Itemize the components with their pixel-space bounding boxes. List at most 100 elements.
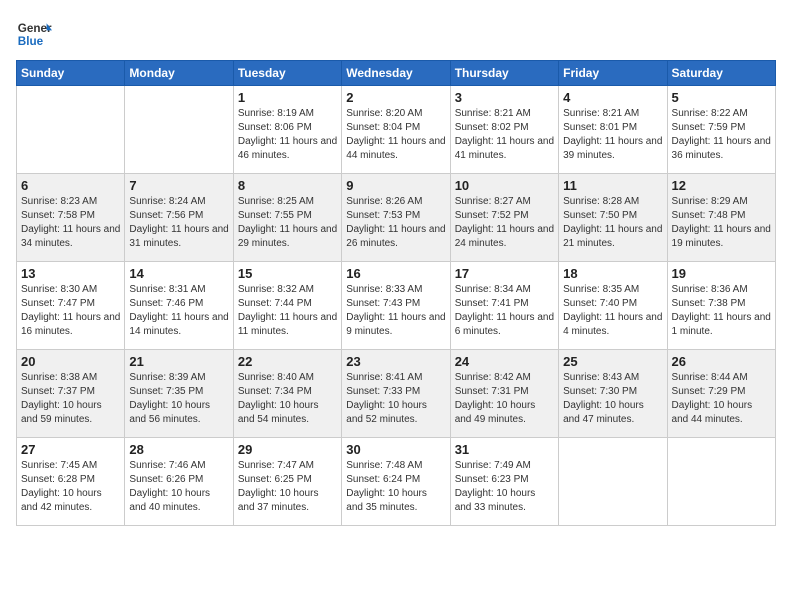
day-number: 3 <box>455 90 554 105</box>
day-info: Sunrise: 8:22 AM Sunset: 7:59 PM Dayligh… <box>672 107 771 163</box>
weekday-header-friday: Friday <box>559 61 667 86</box>
day-number: 8 <box>238 178 337 193</box>
day-info: Sunrise: 8:33 AM Sunset: 7:43 PM Dayligh… <box>346 283 445 339</box>
day-info: Sunrise: 8:23 AM Sunset: 7:58 PM Dayligh… <box>21 195 120 251</box>
calendar-cell: 10 Sunrise: 8:27 AM Sunset: 7:52 PM Dayli… <box>450 174 558 262</box>
calendar-cell: 4Sunrise: 8:21 AM Sunset: 8:01 PM Daylig… <box>559 86 667 174</box>
day-info: Sunrise: 8:43 AM Sunset: 7:30 PM Dayligh… <box>563 371 662 427</box>
day-number: 23 <box>346 354 445 369</box>
calendar-cell: 18 Sunrise: 8:35 AM Sunset: 7:40 PM Dayli… <box>559 262 667 350</box>
day-number: 21 <box>129 354 228 369</box>
day-info: Sunrise: 8:44 AM Sunset: 7:29 PM Dayligh… <box>672 371 771 427</box>
calendar-cell: 17 Sunrise: 8:34 AM Sunset: 7:41 PM Dayli… <box>450 262 558 350</box>
calendar-cell: 23 Sunrise: 8:41 AM Sunset: 7:33 PM Dayli… <box>342 350 450 438</box>
calendar-cell: 29 Sunrise: 7:47 AM Sunset: 6:25 PM Dayli… <box>233 438 341 526</box>
day-info: Sunrise: 8:26 AM Sunset: 7:53 PM Dayligh… <box>346 195 445 251</box>
day-number: 31 <box>455 442 554 457</box>
weekday-header-row: SundayMondayTuesdayWednesdayThursdayFrid… <box>17 61 776 86</box>
day-number: 5 <box>672 90 771 105</box>
day-number: 15 <box>238 266 337 281</box>
weekday-header-sunday: Sunday <box>17 61 125 86</box>
day-number: 10 <box>455 178 554 193</box>
weekday-header-thursday: Thursday <box>450 61 558 86</box>
calendar-cell: 14 Sunrise: 8:31 AM Sunset: 7:46 PM Dayli… <box>125 262 233 350</box>
calendar-cell <box>667 438 775 526</box>
day-number: 22 <box>238 354 337 369</box>
day-info: Sunrise: 8:19 AM Sunset: 8:06 PM Dayligh… <box>238 107 337 163</box>
calendar-cell: 8 Sunrise: 8:25 AM Sunset: 7:55 PM Daylig… <box>233 174 341 262</box>
day-number: 2 <box>346 90 445 105</box>
day-number: 24 <box>455 354 554 369</box>
calendar-cell: 30 Sunrise: 7:48 AM Sunset: 6:24 PM Dayli… <box>342 438 450 526</box>
calendar-cell: 5 Sunrise: 8:22 AM Sunset: 7:59 PM Daylig… <box>667 86 775 174</box>
day-number: 14 <box>129 266 228 281</box>
week-row-4: 20 Sunrise: 8:38 AM Sunset: 7:37 PM Dayli… <box>17 350 776 438</box>
calendar-cell: 31 Sunrise: 7:49 AM Sunset: 6:23 PM Dayli… <box>450 438 558 526</box>
calendar-cell: 22 Sunrise: 8:40 AM Sunset: 7:34 PM Dayli… <box>233 350 341 438</box>
calendar-cell: 11 Sunrise: 8:28 AM Sunset: 7:50 PM Dayli… <box>559 174 667 262</box>
day-number: 30 <box>346 442 445 457</box>
day-number: 16 <box>346 266 445 281</box>
day-info: Sunrise: 8:32 AM Sunset: 7:44 PM Dayligh… <box>238 283 337 339</box>
day-number: 7 <box>129 178 228 193</box>
day-number: 27 <box>21 442 120 457</box>
svg-text:Blue: Blue <box>18 35 44 48</box>
week-row-1: 1 Sunrise: 8:19 AM Sunset: 8:06 PM Daylig… <box>17 86 776 174</box>
day-number: 17 <box>455 266 554 281</box>
day-info: Sunrise: 8:25 AM Sunset: 7:55 PM Dayligh… <box>238 195 337 251</box>
day-info: Sunrise: 8:29 AM Sunset: 7:48 PM Dayligh… <box>672 195 771 251</box>
calendar-cell: 27 Sunrise: 7:45 AM Sunset: 6:28 PM Dayli… <box>17 438 125 526</box>
calendar-cell <box>559 438 667 526</box>
weekday-header-monday: Monday <box>125 61 233 86</box>
calendar-cell: 28Sunrise: 7:46 AM Sunset: 6:26 PM Dayli… <box>125 438 233 526</box>
day-info: Sunrise: 8:38 AM Sunset: 7:37 PM Dayligh… <box>21 371 120 427</box>
day-number: 29 <box>238 442 337 457</box>
day-info: Sunrise: 8:40 AM Sunset: 7:34 PM Dayligh… <box>238 371 337 427</box>
day-info: Sunrise: 8:34 AM Sunset: 7:41 PM Dayligh… <box>455 283 554 339</box>
day-number: 28 <box>129 442 228 457</box>
day-info: Sunrise: 8:42 AM Sunset: 7:31 PM Dayligh… <box>455 371 554 427</box>
day-info: Sunrise: 8:39 AM Sunset: 7:35 PM Dayligh… <box>129 371 228 427</box>
logo: General Blue <box>16 16 52 52</box>
day-number: 25 <box>563 354 662 369</box>
week-row-5: 27 Sunrise: 7:45 AM Sunset: 6:28 PM Dayli… <box>17 438 776 526</box>
day-number: 18 <box>563 266 662 281</box>
page-header: General Blue <box>16 16 776 52</box>
day-info: Sunrise: 7:49 AM Sunset: 6:23 PM Dayligh… <box>455 459 554 515</box>
day-number: 19 <box>672 266 771 281</box>
calendar-cell: 24 Sunrise: 8:42 AM Sunset: 7:31 PM Dayli… <box>450 350 558 438</box>
week-row-3: 13 Sunrise: 8:30 AM Sunset: 7:47 PM Dayli… <box>17 262 776 350</box>
day-number: 4 <box>563 90 662 105</box>
day-number: 9 <box>346 178 445 193</box>
day-number: 13 <box>21 266 120 281</box>
calendar-cell: 3 Sunrise: 8:21 AM Sunset: 8:02 PM Daylig… <box>450 86 558 174</box>
calendar-cell: 20 Sunrise: 8:38 AM Sunset: 7:37 PM Dayli… <box>17 350 125 438</box>
day-info: Sunrise: 8:41 AM Sunset: 7:33 PM Dayligh… <box>346 371 445 427</box>
calendar-cell: 26 Sunrise: 8:44 AM Sunset: 7:29 PM Dayli… <box>667 350 775 438</box>
day-number: 1 <box>238 90 337 105</box>
day-info: Sunrise: 8:31 AM Sunset: 7:46 PM Dayligh… <box>129 283 228 339</box>
day-info: Sunrise: 7:47 AM Sunset: 6:25 PM Dayligh… <box>238 459 337 515</box>
day-info: Sunrise: 7:48 AM Sunset: 6:24 PM Dayligh… <box>346 459 445 515</box>
day-number: 12 <box>672 178 771 193</box>
day-info: Sunrise: 8:28 AM Sunset: 7:50 PM Dayligh… <box>563 195 662 251</box>
calendar-cell <box>125 86 233 174</box>
calendar-cell: 7Sunrise: 8:24 AM Sunset: 7:56 PM Daylig… <box>125 174 233 262</box>
day-info: Sunrise: 7:45 AM Sunset: 6:28 PM Dayligh… <box>21 459 120 515</box>
day-number: 11 <box>563 178 662 193</box>
calendar-cell: 16 Sunrise: 8:33 AM Sunset: 7:43 PM Dayli… <box>342 262 450 350</box>
day-info: Sunrise: 8:21 AM Sunset: 8:02 PM Dayligh… <box>455 107 554 163</box>
calendar-cell: 15 Sunrise: 8:32 AM Sunset: 7:44 PM Dayli… <box>233 262 341 350</box>
day-number: 6 <box>21 178 120 193</box>
calendar-cell: 1 Sunrise: 8:19 AM Sunset: 8:06 PM Daylig… <box>233 86 341 174</box>
day-info: Sunrise: 8:30 AM Sunset: 7:47 PM Dayligh… <box>21 283 120 339</box>
calendar-cell: 12 Sunrise: 8:29 AM Sunset: 7:48 PM Dayli… <box>667 174 775 262</box>
day-number: 26 <box>672 354 771 369</box>
day-info: Sunrise: 8:35 AM Sunset: 7:40 PM Dayligh… <box>563 283 662 339</box>
day-number: 20 <box>21 354 120 369</box>
calendar-cell: 6 Sunrise: 8:23 AM Sunset: 7:58 PM Daylig… <box>17 174 125 262</box>
calendar-cell: 9 Sunrise: 8:26 AM Sunset: 7:53 PM Daylig… <box>342 174 450 262</box>
day-info: Sunrise: 8:27 AM Sunset: 7:52 PM Dayligh… <box>455 195 554 251</box>
calendar-cell: 13 Sunrise: 8:30 AM Sunset: 7:47 PM Dayli… <box>17 262 125 350</box>
weekday-header-wednesday: Wednesday <box>342 61 450 86</box>
